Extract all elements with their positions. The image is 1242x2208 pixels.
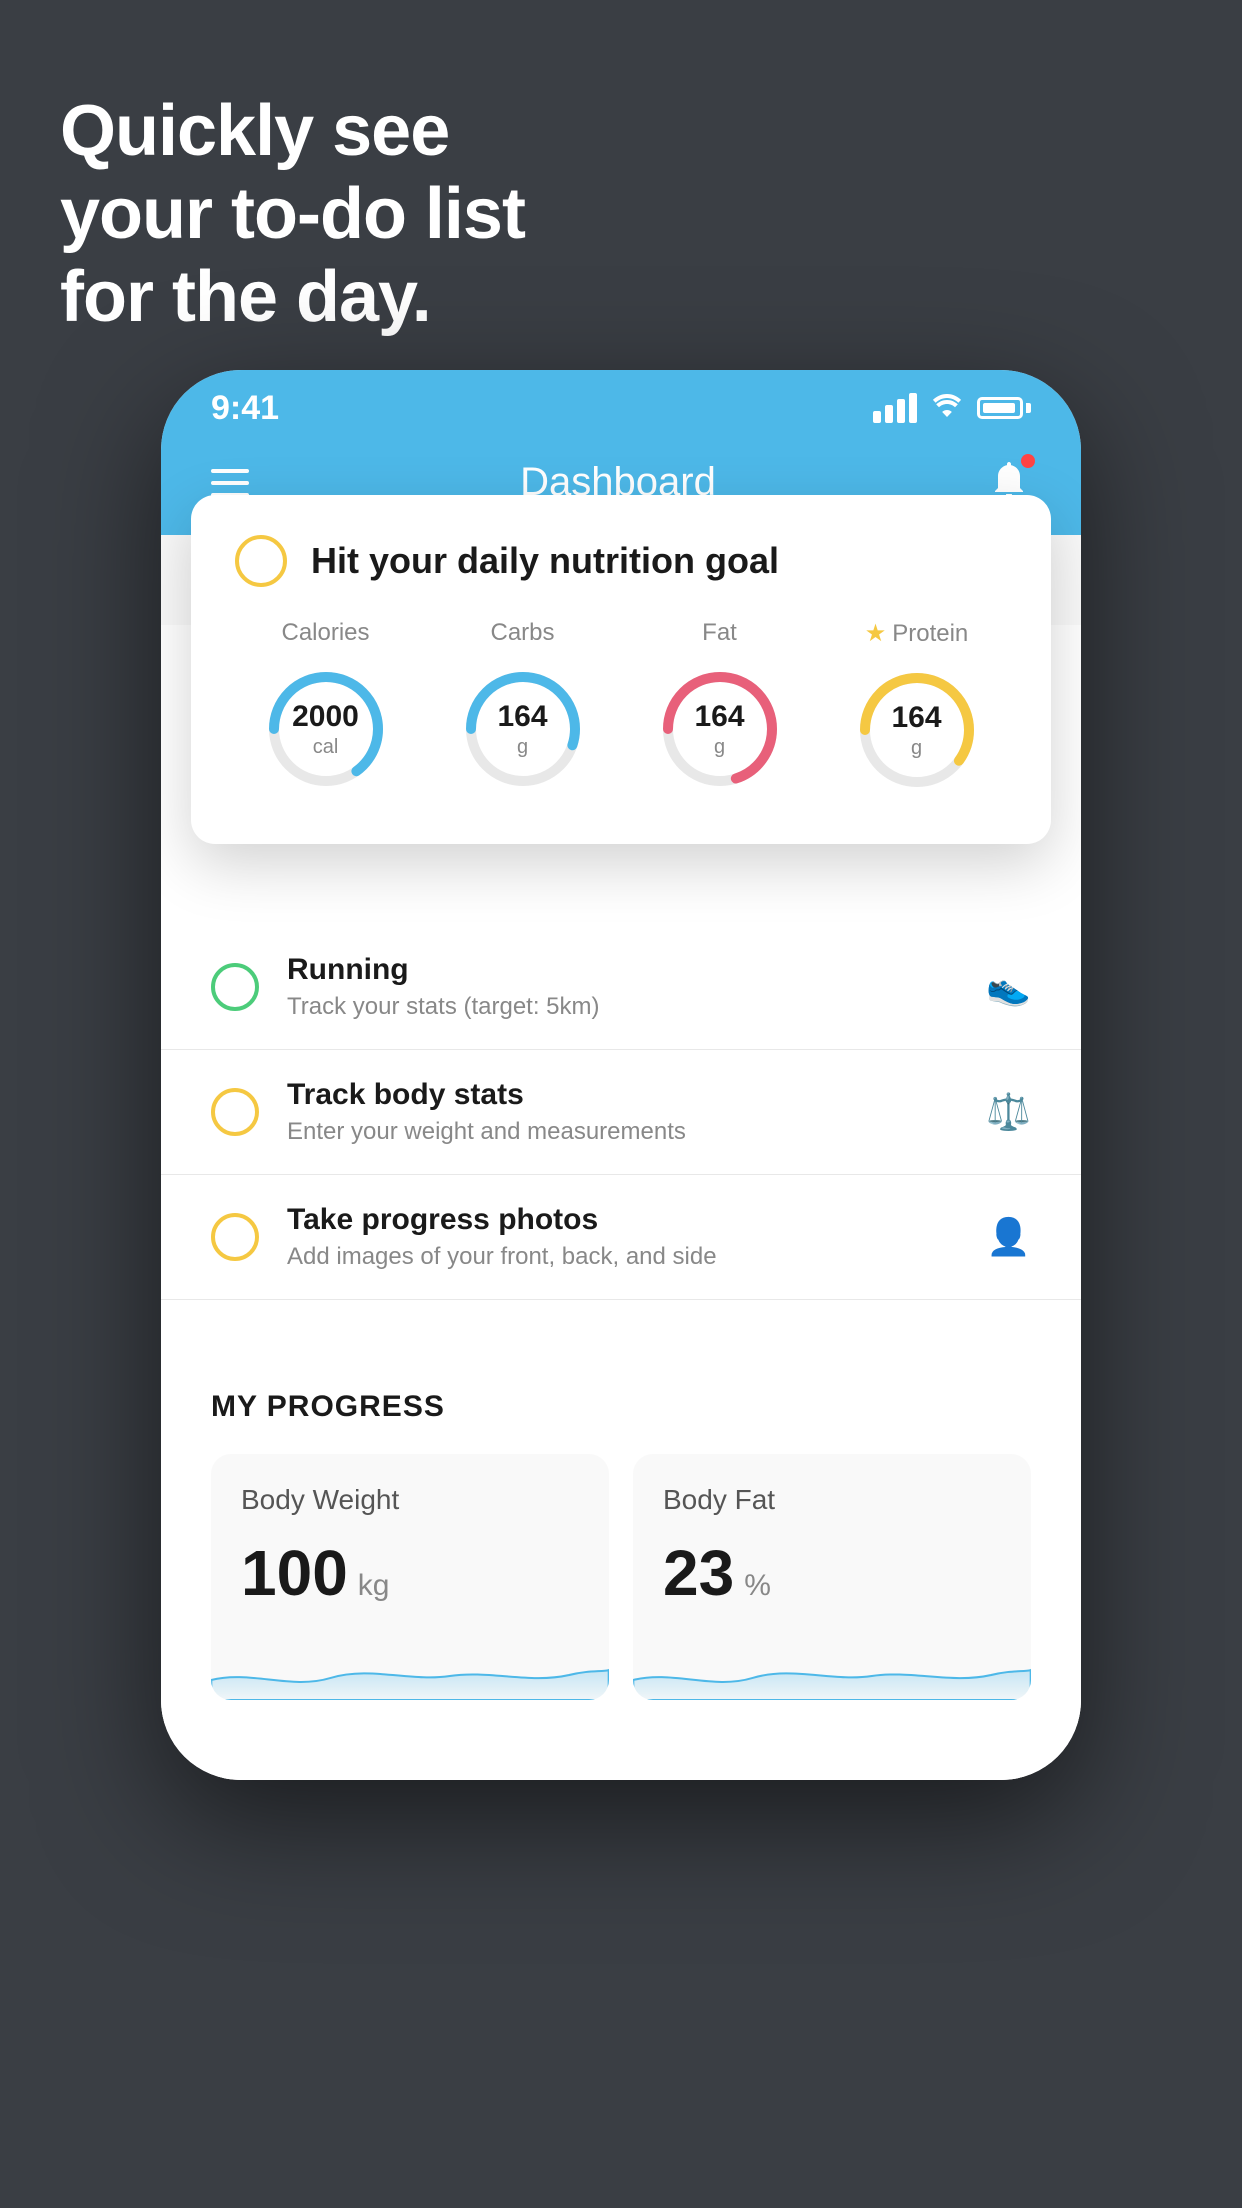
nutrition-card: Hit your daily nutrition goal Calories 2… xyxy=(191,495,1051,844)
todo-item[interactable]: Running Track your stats (target: 5km) 👟 xyxy=(161,925,1081,1050)
phone-shell: 9:41 xyxy=(161,370,1081,1780)
todo-desc: Add images of your front, back, and side xyxy=(287,1243,958,1271)
progress-value: 100 xyxy=(241,1536,348,1610)
donut-value: 164 xyxy=(497,699,547,735)
todo-name: Take progress photos xyxy=(287,1203,958,1237)
nutrition-circles: Calories 2000 cal Carbs xyxy=(235,619,1007,800)
phone-body: THINGS TO DO TODAY Hit your daily nutrit… xyxy=(161,535,1081,1780)
donut-center: 164 g xyxy=(497,699,547,759)
progress-cards: Body Weight 100 kg Body Fat 23 xyxy=(211,1454,1031,1700)
hero-line3: for the day. xyxy=(60,256,525,339)
nutrition-item: Fat 164 g xyxy=(650,619,790,799)
nutrition-card-title: Hit your daily nutrition goal xyxy=(311,540,779,582)
todo-desc: Enter your weight and measurements xyxy=(287,1118,958,1146)
todo-list: Running Track your stats (target: 5km) 👟… xyxy=(161,925,1081,1300)
donut-chart: 2000 cal xyxy=(256,659,396,799)
donut-center: 164 g xyxy=(891,700,941,760)
donut-chart: 164 g xyxy=(650,659,790,799)
donut-value: 164 xyxy=(891,700,941,736)
donut-value: 2000 xyxy=(292,699,359,735)
todo-text: Track body stats Enter your weight and m… xyxy=(287,1078,958,1146)
donut-chart: 164 g xyxy=(847,660,987,800)
status-bar: 9:41 xyxy=(161,370,1081,438)
phone-mockup: 9:41 xyxy=(161,370,1081,1780)
progress-unit: % xyxy=(744,1569,771,1603)
progress-section: MY PROGRESS Body Weight 100 kg xyxy=(161,1340,1081,1700)
nutrition-label: Carbs xyxy=(490,619,554,647)
hero-text: Quickly see your to-do list for the day. xyxy=(60,90,525,338)
donut-unit: cal xyxy=(292,735,359,759)
nutrition-label: Fat xyxy=(702,619,737,647)
progress-value-row: 100 kg xyxy=(241,1536,579,1610)
status-time: 9:41 xyxy=(211,389,279,428)
signal-icon xyxy=(873,393,917,423)
hero-line2: your to-do list xyxy=(60,173,525,256)
nutrition-label: ★Protein xyxy=(865,619,969,648)
progress-title: MY PROGRESS xyxy=(211,1390,1031,1424)
progress-value-row: 23 % xyxy=(663,1536,1001,1610)
todo-checkbox[interactable] xyxy=(211,1088,259,1136)
notification-dot xyxy=(1021,454,1035,468)
donut-chart: 164 g xyxy=(453,659,593,799)
donut-unit: g xyxy=(891,736,941,760)
progress-card: Body Fat 23 % xyxy=(633,1454,1031,1700)
mini-chart xyxy=(211,1640,609,1700)
progress-card-title: Body Weight xyxy=(241,1484,579,1516)
donut-unit: g xyxy=(694,735,744,759)
status-icons xyxy=(873,392,1031,425)
progress-value: 23 xyxy=(663,1536,734,1610)
battery-icon xyxy=(977,397,1031,419)
todo-name: Running xyxy=(287,953,958,987)
progress-unit: kg xyxy=(358,1569,390,1603)
donut-unit: g xyxy=(497,735,547,759)
card-title-row: Hit your daily nutrition goal xyxy=(235,535,1007,587)
todo-item[interactable]: Take progress photos Add images of your … xyxy=(161,1175,1081,1300)
nutrition-checkbox[interactable] xyxy=(235,535,287,587)
todo-desc: Track your stats (target: 5km) xyxy=(287,993,958,1021)
nutrition-item: Calories 2000 cal xyxy=(256,619,396,799)
todo-text: Running Track your stats (target: 5km) xyxy=(287,953,958,1021)
todo-action-icon: 👟 xyxy=(986,966,1031,1008)
hero-line1: Quickly see xyxy=(60,90,525,173)
progress-card-title: Body Fat xyxy=(663,1484,1001,1516)
nutrition-item: ★Protein 164 g xyxy=(847,619,987,800)
todo-name: Track body stats xyxy=(287,1078,958,1112)
mini-chart xyxy=(633,1640,1031,1700)
donut-center: 2000 cal xyxy=(292,699,359,759)
nutrition-item: Carbs 164 g xyxy=(453,619,593,799)
todo-text: Take progress photos Add images of your … xyxy=(287,1203,958,1271)
donut-center: 164 g xyxy=(694,699,744,759)
donut-value: 164 xyxy=(694,699,744,735)
todo-checkbox[interactable] xyxy=(211,1213,259,1261)
wifi-icon xyxy=(931,392,963,425)
nutrition-label: Calories xyxy=(281,619,369,647)
menu-button[interactable] xyxy=(211,469,249,497)
progress-card: Body Weight 100 kg xyxy=(211,1454,609,1700)
todo-action-icon: ⚖️ xyxy=(986,1091,1031,1133)
todo-action-icon: 👤 xyxy=(986,1216,1031,1258)
todo-checkbox[interactable] xyxy=(211,963,259,1011)
todo-item[interactable]: Track body stats Enter your weight and m… xyxy=(161,1050,1081,1175)
